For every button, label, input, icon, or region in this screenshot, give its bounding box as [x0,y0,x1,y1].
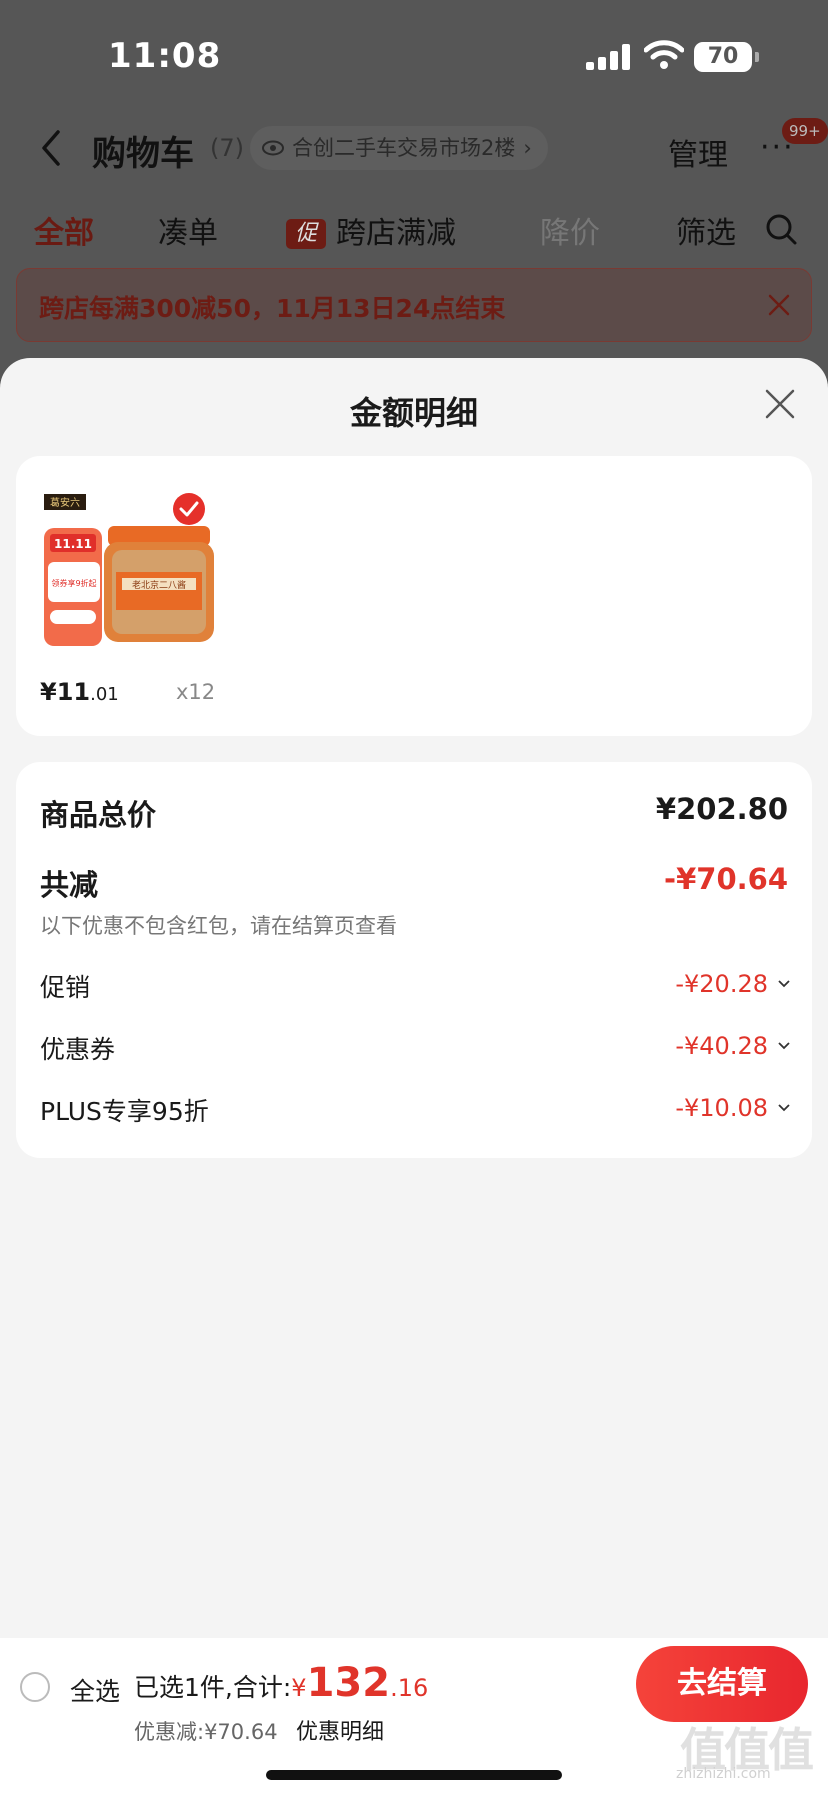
wifi-icon [644,40,684,69]
product-quantity: x12 [176,680,216,704]
selected-count-text: 已选1件,合计: [134,1673,292,1702]
amount-breakdown-card: 商品总价 ¥202.80 共减 -¥70.64 以下优惠不包含红包，请在结算页查… [16,762,812,1158]
tab-bundle[interactable]: 凑单 [158,208,218,252]
total-amount-dec: .16 [390,1674,429,1702]
tab-all[interactable]: 全部 [34,208,94,252]
select-all-label[interactable]: 全选 [70,1672,120,1708]
chevron-down-icon [778,1104,790,1112]
subtotal-value: ¥202.80 [655,792,788,826]
status-bar: 11:08 70 [0,0,828,110]
close-icon[interactable] [767,293,791,317]
product-price-dec: .01 [90,684,119,705]
cart-page-background: 11:08 70 购物车 (7) 合创二手车交易市场2楼 › 管理 ··· 99… [0,0,828,380]
coupon-value: -¥40.28 [675,1032,768,1060]
location-pill[interactable]: 合创二手车交易市场2楼 › [250,126,548,170]
chevron-right-icon: › [523,136,532,160]
discount-detail-link[interactable]: 优惠明细 [296,1714,384,1746]
plus-discount-value: -¥10.08 [675,1094,768,1122]
home-indicator [266,1770,562,1780]
plus-discount-row[interactable]: -¥10.08 [675,1094,790,1122]
promo-tag: 促 [286,219,326,249]
promotion-value: -¥20.28 [675,970,768,998]
checkout-bar: 全选 已选1件,合计: ¥ 132 .16 优惠减:¥70.64 优惠明细 去结… [0,1638,828,1795]
filter-tabs: 全部 凑单 促跨店满减 降价 筛选 [0,200,828,256]
cellular-signal-icon [586,44,632,70]
sheet-title: 金额明细 [349,394,478,432]
tab-cross-store-label: 跨店满减 [336,216,456,251]
search-icon[interactable] [764,212,798,246]
product-brand-text: 葛安六 [50,496,80,509]
promo-banner: 跨店每满300减50，11月13日24点结束 [16,268,812,342]
battery-indicator: 70 [694,42,759,72]
checkout-button[interactable]: 去结算 [636,1646,808,1722]
total-discount-label: 共减 [40,868,99,902]
plus-discount-label: PLUS专享95折 [40,1097,209,1126]
total-currency: ¥ [291,1674,307,1702]
coupon-label: 优惠券 [40,1035,116,1064]
subtotal-label: 商品总价 [40,798,157,832]
promotion-row[interactable]: -¥20.28 [675,970,790,998]
product-card: 葛安六 11.11 领券享9折起 老北京二八酱 ¥11.01 x12 [16,456,812,736]
watermark-url: zhizhizhi.com [676,1766,771,1782]
coupon-row[interactable]: -¥40.28 [675,1032,790,1060]
amount-detail-sheet: 金额明细 葛安六 11.11 领券享9折起 老北京二八酱 ¥11.01 x12 [0,358,828,1638]
manage-button[interactable]: 管理 [668,130,728,174]
tab-cross-store[interactable]: 促跨店满减 [286,208,456,252]
top-nav: 购物车 (7) 合创二手车交易市场2楼 › 管理 ··· 99+ [0,118,828,178]
back-icon[interactable] [38,128,62,168]
close-icon[interactable] [764,388,796,420]
location-text: 合创二手车交易市场2楼 [292,136,516,160]
product-price-int: ¥11 [40,678,91,706]
cart-count: (7) [210,134,244,162]
product-tag-text: 11.11 [54,537,92,551]
promotion-label: 促销 [40,973,91,1002]
total-discount-value: -¥70.64 [664,862,788,896]
eye-icon [262,140,284,156]
product-price: ¥11.01 [40,678,119,706]
total-summary: 已选1件,合计: ¥ 132 .16 [134,1660,428,1706]
discount-summary: 优惠减:¥70.64 [134,1720,278,1744]
tab-filter[interactable]: 筛选 [676,208,736,252]
chevron-down-icon [778,980,790,988]
product-promo-text: 领券享9折起 [51,578,96,588]
total-amount-int: 132 [306,1660,391,1706]
product-jar-label: 老北京二八酱 [132,579,186,591]
tab-price-drop[interactable]: 降价 [540,208,600,252]
checkmark-icon[interactable] [172,492,206,526]
message-badge: 99+ [782,118,828,144]
promo-banner-text: 跨店每满300减50，11月13日24点结束 [39,294,506,323]
discount-note: 以下优惠不包含红包，请在结算页查看 [40,914,397,938]
select-all-radio[interactable] [20,1672,50,1702]
status-time: 11:08 [108,36,222,76]
chevron-down-icon [778,1042,790,1050]
page-title: 购物车 [92,134,194,174]
